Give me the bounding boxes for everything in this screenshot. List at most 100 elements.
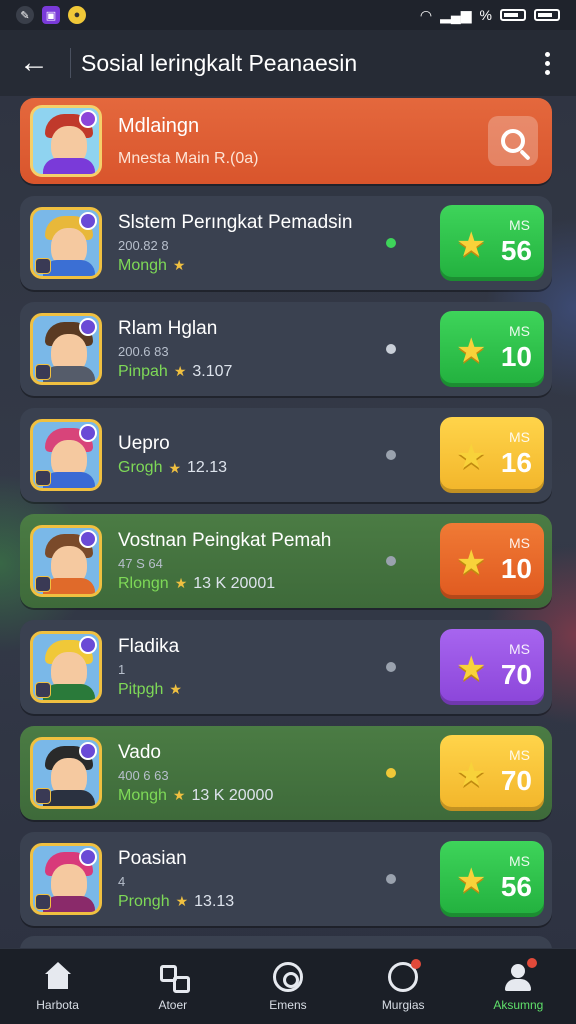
- score-badge[interactable]: ★ MS 10: [440, 311, 544, 387]
- nav-label: Murgias: [381, 997, 425, 1012]
- entry-name: Uepro: [118, 433, 170, 454]
- star-icon: ★: [456, 332, 487, 370]
- nav-item-target[interactable]: Emens: [238, 961, 338, 1012]
- back-button[interactable]: ←: [14, 43, 54, 83]
- score-value: 10: [500, 553, 532, 584]
- score-label: MS: [509, 217, 530, 233]
- star-icon: ★: [173, 363, 187, 379]
- entry-id: 200.82 8: [118, 237, 169, 253]
- leaderboard-row[interactable]: Vostnan Peingkat Pemah 47 S 64 Rlongn ★ …: [20, 514, 552, 608]
- header-divider: [70, 48, 71, 78]
- app-notification-icon: ●: [68, 6, 86, 24]
- level-badge-icon: [79, 424, 97, 442]
- entry-id: 400 6 63: [118, 767, 169, 783]
- battery-icon: [534, 9, 560, 21]
- rank-corner-icon: [35, 470, 51, 486]
- arrow-left-icon: ←: [19, 46, 49, 79]
- star-icon: ★: [456, 438, 487, 476]
- score-badge[interactable]: ★ MS 16: [440, 417, 544, 493]
- signal-icon: ▂▄▆: [440, 6, 472, 23]
- score-badge[interactable]: ★ MS 56: [440, 205, 544, 281]
- score-label: MS: [509, 747, 530, 763]
- entry-stat-label: Mongh: [118, 786, 167, 804]
- avatar-body: [43, 158, 95, 174]
- score-value: 56: [500, 871, 532, 902]
- leaderboard-row[interactable]: Uepro Grogh ★ 12.13 ★ MS 16: [20, 408, 552, 502]
- status-dot: [386, 662, 396, 672]
- score-value: 70: [500, 765, 532, 796]
- level-badge-icon: [79, 318, 97, 336]
- search-icon: [501, 129, 525, 153]
- score-value: 70: [500, 659, 532, 690]
- entry-id: 1: [118, 661, 126, 677]
- star-icon: ★: [456, 226, 487, 264]
- entry-name: Poasian: [118, 847, 187, 869]
- entry-stat-value: 12.13: [187, 459, 228, 476]
- nav-label: Harbota: [36, 997, 79, 1012]
- star-icon: ★: [172, 787, 186, 803]
- more-dot-icon: [544, 60, 550, 66]
- nav-item-user[interactable]: Aksumng: [468, 957, 568, 1012]
- score-badge[interactable]: ★ MS 70: [440, 629, 544, 705]
- score-value: 56: [500, 235, 532, 266]
- entry-stat-value: 13 K 20001: [193, 574, 276, 592]
- star-icon: ★: [456, 650, 487, 688]
- more-dot-icon: [544, 69, 550, 75]
- entry-stat-label: Grogh: [118, 459, 163, 476]
- current-user-entry[interactable]: Mdlaingn Mnesta Main R.(0a): [20, 98, 552, 184]
- star-icon: ★: [168, 459, 182, 476]
- entry-id: 47 S 64: [118, 555, 163, 571]
- rank-corner-icon: [35, 894, 51, 910]
- score-badge[interactable]: ★ MS 56: [440, 841, 544, 917]
- level-badge-icon: [79, 636, 97, 654]
- score-label: MS: [509, 429, 530, 445]
- more-options-button[interactable]: [532, 51, 562, 75]
- leaderboard-row[interactable]: Slstem Perıngkat Pemadsin 200.82 8 Mongh…: [20, 196, 552, 290]
- home-icon: [43, 961, 73, 992]
- entry-name: Slstem Perıngkat Pemadsin: [118, 211, 353, 233]
- nav-label: Atoer: [158, 997, 188, 1012]
- avatar: [30, 419, 102, 491]
- score-badge[interactable]: ★ MS 70: [440, 735, 544, 811]
- nav-item-grid[interactable]: Atoer: [123, 962, 223, 1012]
- nav-item-home[interactable]: Harbota: [8, 961, 108, 1012]
- wifi-icon: ◠: [419, 6, 433, 23]
- entry-name: Vostnan Peingkat Pemah: [118, 529, 332, 551]
- score-badge[interactable]: ★ MS 10: [440, 523, 544, 599]
- level-badge-icon: [79, 110, 97, 128]
- leaderboard-row[interactable]: Vado 400 6 63 Mongh ★ 13 K 20000 ★ MS 70: [20, 726, 552, 820]
- nav-label: Emens: [269, 997, 307, 1012]
- leaderboard-row[interactable]: Poasian 4 Prongh ★ 13.13 ★ MS 56: [20, 832, 552, 926]
- leaderboard-row[interactable]: Rlam Hglan 200.6 83 Pinpah ★ 3.107 ★ MS …: [20, 302, 552, 396]
- target-icon: [272, 961, 303, 992]
- nav-item-chat[interactable]: Murgias: [353, 958, 453, 1012]
- bottom-navigation: Harbota Atoer Emens Murgias Aksumng: [0, 948, 576, 1024]
- avatar: [30, 313, 102, 385]
- star-icon: ★: [169, 681, 182, 697]
- entry-stat-value: 13.13: [194, 892, 235, 910]
- entry-stat-value: 13 K 20000: [191, 786, 274, 804]
- score-value: 16: [500, 447, 532, 478]
- rank-corner-icon: [35, 364, 51, 380]
- entry-name: Rlam Hglan: [118, 317, 218, 339]
- avatar: [30, 525, 102, 597]
- entry-stat-label: Rlongn: [118, 574, 169, 592]
- battery-icon: [500, 9, 526, 21]
- entry-name: Mdlaingn: [118, 114, 200, 137]
- star-icon: ★: [456, 756, 487, 794]
- status-dot: [386, 768, 396, 778]
- avatar: [30, 207, 102, 279]
- grid-icon: [158, 962, 190, 993]
- status-dot: [386, 556, 396, 566]
- entry-id: 4: [118, 873, 126, 889]
- nav-label: Aksumng: [493, 997, 544, 1012]
- score-label: MS: [509, 641, 530, 657]
- status-bar: ✎ ▣ ● ◠ ▂▄▆ %: [0, 0, 576, 30]
- star-icon: ★: [172, 257, 186, 273]
- entry-stat-value: 3.107: [192, 362, 233, 380]
- entry-stat-label: Pinpah: [118, 362, 168, 380]
- search-button[interactable]: [488, 116, 538, 166]
- avatar: [30, 631, 102, 703]
- star-icon: ★: [175, 893, 189, 909]
- leaderboard-row[interactable]: Fladika 1 Pitpgh ★ ★ MS 70: [20, 620, 552, 714]
